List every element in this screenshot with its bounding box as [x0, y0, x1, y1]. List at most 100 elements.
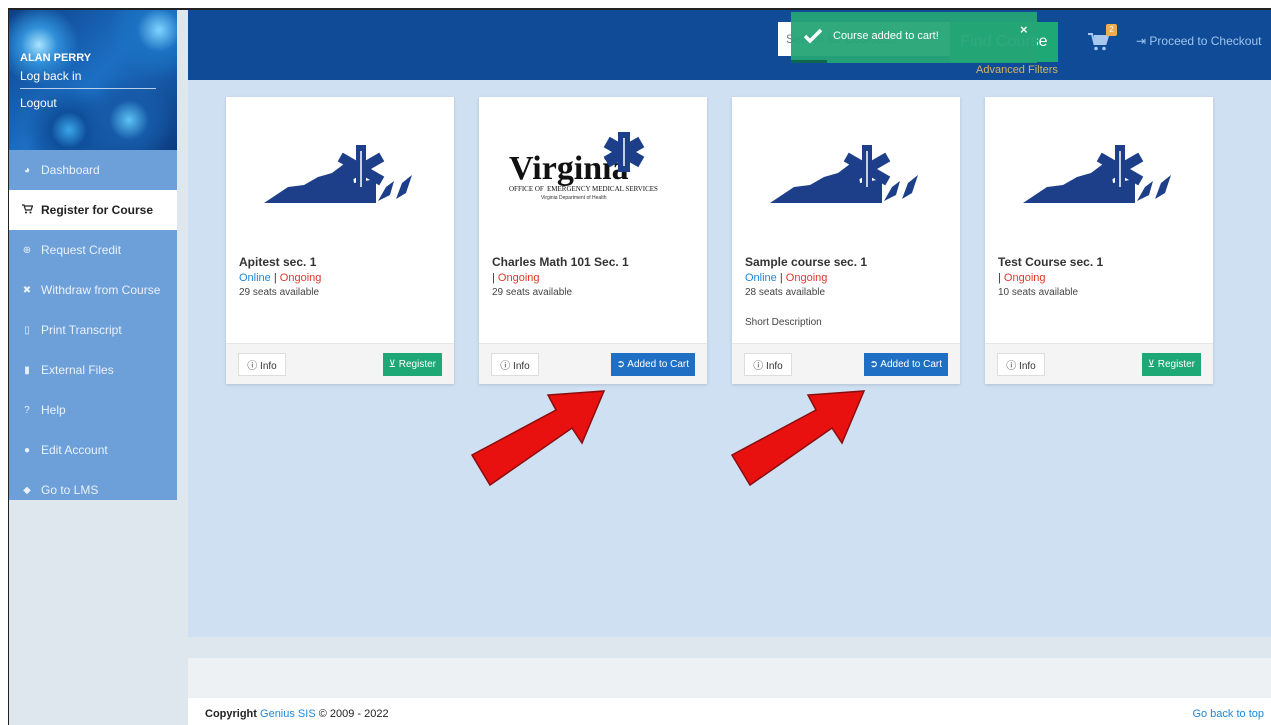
logo-ems-text: EMERGENCY MEDICAL SERVICES — [547, 185, 658, 193]
go-back-to-top-link[interactable]: Go back to top — [1192, 708, 1264, 720]
status-ongoing: Ongoing — [497, 272, 540, 284]
graduation-cap-icon: ◆ — [23, 484, 31, 496]
info-label: Info — [1019, 361, 1036, 372]
info-button[interactable]: ⓘ Info — [491, 353, 539, 376]
page-footer: Copyright Genius SIS © 2009 - 2022 Go ba… — [188, 698, 1271, 725]
nav-item-register-for-course[interactable]: Register for Course — [9, 190, 177, 230]
info-label: Info — [766, 361, 783, 372]
profile-divider — [20, 88, 156, 89]
course-title[interactable]: Test Course sec. 1 — [998, 255, 1103, 269]
status-ongoing: Ongoing — [1003, 272, 1046, 284]
register-button[interactable]: ⊻ Register — [1141, 353, 1201, 376]
meta-separator: | — [273, 272, 277, 284]
nav-item-go-to-lms[interactable]: ◆ Go to LMS — [9, 470, 177, 510]
course-card: Sample course sec. 1 Online | Ongoing 28… — [732, 97, 960, 384]
seats-available: 29 seats available — [492, 287, 573, 298]
action-label: Register — [398, 359, 436, 370]
toast-message: Course added to cart! — [833, 30, 939, 42]
checkout-label: Proceed to Checkout — [1149, 34, 1262, 48]
info-button[interactable]: ⓘ Info — [997, 353, 1045, 376]
top-header: Find Course Advanced Filters 2 ⇥ Proceed… — [188, 10, 1271, 80]
nav-item-dashboard[interactable]: ◕ Dashboard — [9, 150, 177, 190]
card-footer: ⓘ Info ➲ Added to Cart — [479, 343, 707, 384]
toast-progress-bar — [791, 60, 827, 63]
genius-sis-link[interactable]: Genius SIS — [260, 708, 316, 720]
nav-label: Request Credit — [41, 243, 122, 257]
seats-available: 29 seats available — [239, 287, 320, 298]
sign-in-arrow-icon: ⇥ — [1136, 34, 1150, 48]
seats-available: 28 seats available — [745, 287, 826, 298]
card-footer: ⓘ Info ⊻ Register — [226, 343, 454, 384]
nav-item-help[interactable]: ? Help — [9, 390, 177, 430]
virginia-state-logo — [770, 145, 918, 203]
annotation-arrow-2 — [730, 390, 866, 487]
course-title[interactable]: Apitest sec. 1 — [239, 255, 316, 269]
virginia-oems-logo: Virginia OFFICE OF EMERGENCY MEDICAL SER… — [509, 132, 658, 201]
course-title[interactable]: Sample course sec. 1 — [745, 255, 867, 269]
short-description: Short Description — [745, 317, 822, 328]
nav-label: Go to LMS — [41, 483, 99, 497]
logo-dept-text: Virginia Department of Health — [541, 195, 607, 201]
nav-item-withdraw-from-course[interactable]: ✖ Withdraw from Course — [9, 270, 177, 310]
card-footer: ⓘ Info ⊻ Register — [985, 343, 1213, 384]
user-icon: ● — [23, 444, 31, 456]
nav-item-request-credit[interactable]: ⊕ Request Credit — [9, 230, 177, 270]
nav-item-edit-account[interactable]: ● Edit Account — [9, 430, 177, 470]
toast-notification: Course added to cart! × — [791, 12, 1037, 63]
copyright-years: © 2009 - 2022 — [318, 708, 389, 720]
nav-label: Print Transcript — [41, 323, 122, 337]
added-to-cart-button[interactable]: ➲ Added to Cart — [863, 353, 948, 376]
nav-item-external-files[interactable]: ▮ External Files — [9, 350, 177, 390]
course-card: Apitest sec. 1 Online | Ongoing 29 seats… — [226, 97, 454, 384]
course-meta: Online | Ongoing — [745, 272, 827, 284]
course-card: Virginia OFFICE OF EMERGENCY MEDICAL SER… — [479, 97, 707, 384]
course-title[interactable]: Charles Math 101 Sec. 1 — [492, 255, 629, 269]
nav-label: Edit Account — [41, 443, 108, 457]
info-button[interactable]: ⓘ Info — [238, 353, 286, 376]
action-label: Added to Cart — [880, 359, 942, 370]
toast-close-button[interactable]: × — [1020, 22, 1028, 37]
nav-item-print-transcript[interactable]: ▯ Print Transcript — [9, 310, 177, 350]
info-icon: ⓘ — [1006, 361, 1020, 372]
proceed-to-checkout-link[interactable]: ⇥ Proceed to Checkout — [1136, 34, 1261, 48]
meta-separator: | — [492, 272, 495, 284]
question-icon: ? — [24, 404, 30, 416]
info-icon: ⓘ — [500, 361, 514, 372]
sidebar: ALAN PERRY Log back in Logout ◕ Dashboar… — [9, 10, 177, 500]
meta-separator: | — [998, 272, 1001, 284]
register-button[interactable]: ⊻ Register — [382, 353, 442, 376]
cart-icon: ⊻ — [388, 359, 399, 370]
course-meta: | Ongoing — [492, 272, 540, 284]
info-button[interactable]: ⓘ Info — [744, 353, 792, 376]
nav-label: External Files — [41, 363, 114, 377]
user-name: ALAN PERRY — [20, 52, 92, 64]
info-label: Info — [513, 361, 530, 372]
advanced-filters-link[interactable]: Advanced Filters — [976, 64, 1058, 76]
delivery-online: Online — [745, 272, 777, 284]
info-icon: ⓘ — [753, 361, 767, 372]
seats-available: 10 seats available — [998, 287, 1079, 298]
nav-label: Register for Course — [41, 203, 154, 217]
annotation-arrow-1 — [470, 390, 606, 487]
logo-office-text: OFFICE OF — [509, 185, 544, 193]
added-to-cart-button[interactable]: ➲ Added to Cart — [610, 353, 695, 376]
nav-label: Withdraw from Course — [41, 283, 161, 297]
file-icon: ▮ — [24, 364, 30, 376]
info-label: Info — [260, 361, 277, 372]
course-meta: Online | Ongoing — [239, 272, 321, 284]
log-back-in-link[interactable]: Log back in — [20, 69, 81, 83]
action-label: Added to Cart — [627, 359, 689, 370]
status-ongoing: Ongoing — [279, 272, 322, 284]
plus-circle-icon: ⊕ — [22, 244, 32, 256]
course-card: Test Course sec. 1 | Ongoing 10 seats av… — [985, 97, 1213, 384]
circle-right-icon: ➲ — [869, 359, 881, 370]
info-icon: ⓘ — [247, 361, 261, 372]
x-icon: ✖ — [22, 284, 32, 296]
action-label: Register — [1157, 359, 1195, 370]
virginia-state-logo — [1023, 145, 1171, 203]
logout-link[interactable]: Logout — [20, 96, 57, 110]
pdf-file-icon: ▯ — [24, 324, 30, 336]
copyright-label: Copyright — [205, 708, 257, 720]
delivery-online: Online — [239, 272, 271, 284]
cart-icon: ⊻ — [1147, 359, 1158, 370]
